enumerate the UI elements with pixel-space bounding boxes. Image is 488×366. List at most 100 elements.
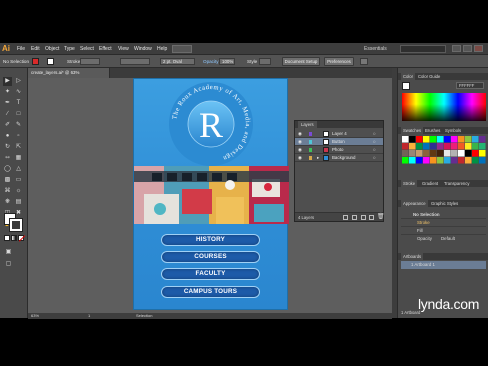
draw-normal-icon[interactable]: ▣ bbox=[4, 248, 13, 257]
color-tab[interactable]: Color bbox=[401, 73, 416, 80]
color-mode-icon[interactable] bbox=[4, 235, 10, 241]
swatch[interactable] bbox=[402, 143, 409, 150]
document-tab[interactable]: create_layers.ai* @ 63% (RGB/Preview) bbox=[28, 68, 110, 85]
line-tool-icon[interactable]: ∕ bbox=[3, 110, 12, 119]
appearance-tab[interactable]: Appearance bbox=[401, 200, 428, 207]
swatch[interactable] bbox=[444, 157, 451, 164]
history-button[interactable]: HISTORY bbox=[161, 234, 260, 246]
swatch[interactable] bbox=[430, 157, 437, 164]
eyedropper-tool-icon[interactable]: ⌘ bbox=[3, 187, 12, 196]
none-mode-icon[interactable] bbox=[18, 235, 26, 242]
swatch[interactable] bbox=[451, 143, 458, 150]
swatch[interactable] bbox=[458, 143, 465, 150]
rotate-tool-icon[interactable]: ↻ bbox=[3, 143, 12, 152]
scale-tool-icon[interactable]: ⇱ bbox=[14, 143, 23, 152]
appearance-fill-row[interactable]: Fill bbox=[401, 227, 486, 235]
close-button[interactable] bbox=[474, 45, 483, 52]
selection-tool-icon[interactable]: ▶ bbox=[3, 77, 12, 86]
paintbrush-tool-icon[interactable]: ✐ bbox=[3, 121, 12, 130]
layer-name[interactable]: Button bbox=[332, 138, 345, 146]
swatch[interactable] bbox=[402, 157, 409, 164]
faculty-button[interactable]: FACULTY bbox=[161, 268, 260, 280]
expand-triangle-icon[interactable]: ▸ bbox=[317, 154, 319, 162]
type-tool-icon[interactable]: T bbox=[14, 99, 23, 108]
clipping-mask-icon[interactable] bbox=[352, 215, 357, 220]
new-layer-icon[interactable] bbox=[369, 215, 374, 220]
swatch[interactable] bbox=[423, 143, 430, 150]
campus-tours-button[interactable]: CAMPUS TOURS bbox=[161, 286, 260, 298]
swatch[interactable] bbox=[423, 136, 430, 143]
mesh-tool-icon[interactable]: ▩ bbox=[3, 176, 12, 185]
layer-row[interactable]: ◉ Layer 4 ○ bbox=[295, 130, 383, 138]
layer-name[interactable]: Background bbox=[332, 154, 355, 162]
pencil-tool-icon[interactable]: ✎ bbox=[14, 121, 23, 130]
swatch[interactable] bbox=[479, 150, 486, 157]
brush-profile-field[interactable]: 2 pt. Oval bbox=[160, 58, 195, 65]
color-fill-swatch[interactable] bbox=[402, 82, 410, 90]
eye-icon[interactable]: ◉ bbox=[298, 130, 302, 138]
layer-row[interactable]: ◉ ▸ Background ○ bbox=[295, 154, 383, 162]
swatch[interactable] bbox=[458, 157, 465, 164]
locate-object-icon[interactable] bbox=[343, 215, 348, 220]
stroke-tab[interactable]: Stroke bbox=[401, 180, 418, 187]
swatch[interactable] bbox=[458, 136, 465, 143]
target-icon[interactable]: ○ bbox=[373, 146, 376, 154]
target-icon[interactable]: ○ bbox=[373, 130, 376, 138]
appearance-stroke-row[interactable]: Stroke bbox=[401, 219, 486, 227]
swatch[interactable] bbox=[409, 136, 416, 143]
gradient-mode-icon[interactable] bbox=[11, 235, 17, 241]
blend-tool-icon[interactable]: ☼ bbox=[14, 187, 23, 196]
width-tool-icon[interactable]: ⇿ bbox=[3, 154, 12, 163]
swatch[interactable] bbox=[423, 150, 430, 157]
artboard-list-item[interactable]: 1 Artboard 1 bbox=[401, 261, 486, 269]
swatch[interactable] bbox=[472, 143, 479, 150]
blob-brush-tool-icon[interactable]: ● bbox=[3, 132, 12, 141]
layers-tab[interactable]: Layers bbox=[298, 121, 317, 128]
minimize-button[interactable] bbox=[452, 45, 461, 52]
fill-swatch[interactable] bbox=[32, 58, 39, 65]
shape-builder-tool-icon[interactable]: ◯ bbox=[3, 165, 12, 174]
perspective-grid-tool-icon[interactable]: △ bbox=[14, 165, 23, 174]
swatch[interactable] bbox=[416, 143, 423, 150]
swatch[interactable] bbox=[402, 136, 409, 143]
swatch[interactable] bbox=[465, 157, 472, 164]
search-input[interactable] bbox=[400, 45, 446, 53]
eraser-tool-icon[interactable]: ▫ bbox=[14, 132, 23, 141]
swatch[interactable] bbox=[479, 157, 486, 164]
symbols-tab[interactable]: Symbols bbox=[445, 127, 461, 134]
stroke-color-icon[interactable] bbox=[9, 218, 23, 232]
menu-select[interactable]: Select bbox=[80, 45, 94, 53]
swatch[interactable] bbox=[437, 143, 444, 150]
style-picker[interactable] bbox=[259, 58, 271, 65]
menu-edit[interactable]: Edit bbox=[31, 45, 40, 53]
menu-object[interactable]: Object bbox=[45, 45, 59, 53]
swatch[interactable] bbox=[472, 157, 479, 164]
color-spectrum[interactable] bbox=[402, 93, 486, 121]
graphic-styles-tab[interactable]: Graphic Styles bbox=[431, 200, 458, 207]
swatch[interactable] bbox=[430, 143, 437, 150]
layer-name[interactable]: Layer 4 bbox=[332, 130, 347, 138]
swatch[interactable] bbox=[444, 136, 451, 143]
layer-row[interactable]: ◉ Photo ○ bbox=[295, 146, 383, 154]
menu-help[interactable]: Help bbox=[157, 45, 167, 53]
target-icon[interactable]: ○ bbox=[373, 138, 376, 146]
lasso-tool-icon[interactable]: ∿ bbox=[14, 88, 23, 97]
brushes-tab[interactable]: Brushes bbox=[425, 127, 440, 134]
swatch[interactable] bbox=[437, 157, 444, 164]
swatch[interactable] bbox=[409, 157, 416, 164]
eye-icon[interactable]: ◉ bbox=[298, 154, 302, 162]
swatch[interactable] bbox=[437, 136, 444, 143]
artboards-tab[interactable]: Artboards bbox=[401, 253, 424, 260]
rectangle-tool-icon[interactable]: □ bbox=[14, 110, 23, 119]
stroke-weight-field[interactable] bbox=[80, 58, 100, 65]
eye-icon[interactable]: ◉ bbox=[298, 138, 302, 146]
menu-file[interactable]: File bbox=[17, 45, 25, 53]
opacity-field[interactable]: 100% bbox=[219, 58, 235, 65]
swatch[interactable] bbox=[416, 157, 423, 164]
swatch[interactable] bbox=[465, 150, 472, 157]
transparency-tab[interactable]: Transparency bbox=[444, 180, 469, 187]
swatch-grid[interactable] bbox=[402, 136, 486, 172]
maximize-button[interactable] bbox=[463, 45, 472, 52]
layer-name[interactable]: Photo bbox=[332, 146, 343, 154]
courses-button[interactable]: COURSES bbox=[161, 251, 260, 263]
